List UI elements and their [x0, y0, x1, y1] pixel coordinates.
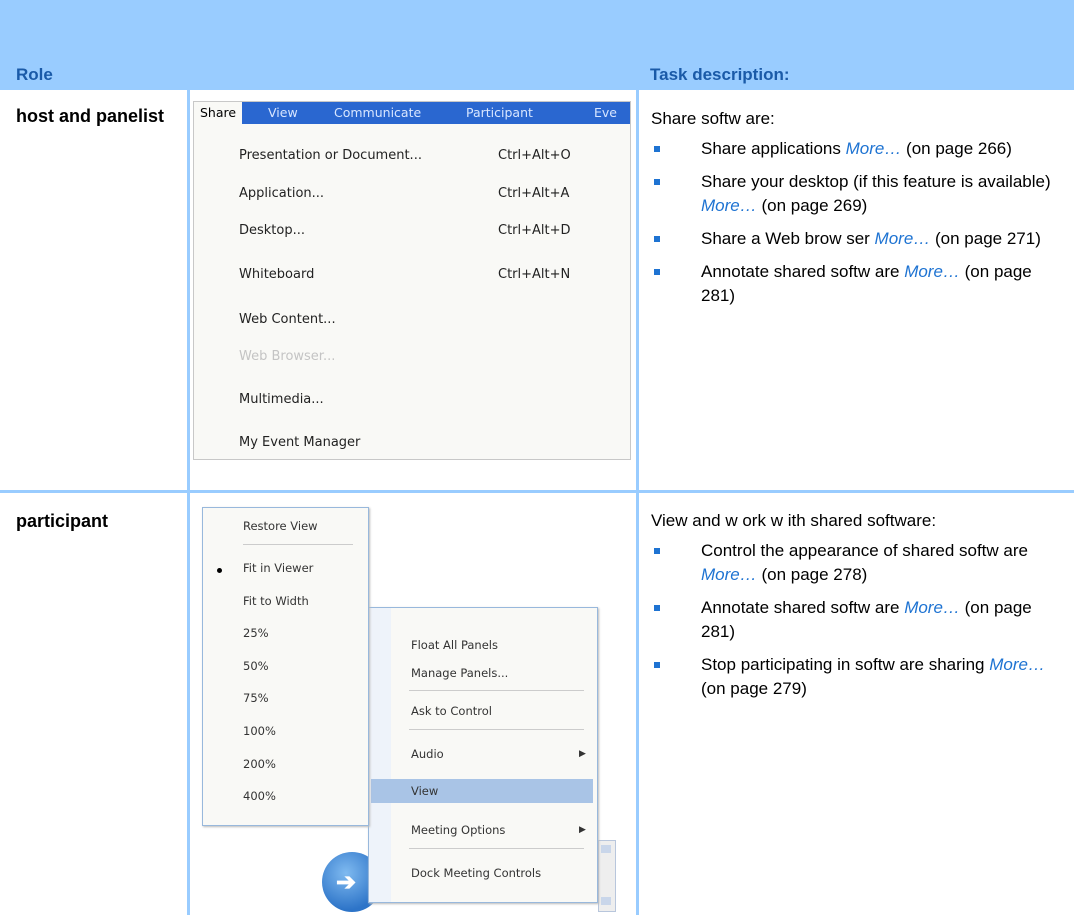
column-divider-right-row1: [636, 90, 639, 490]
shortcut-whiteboard: Ctrl+Alt+N: [498, 267, 571, 282]
bullet-icon: [654, 662, 660, 668]
more-link[interactable]: More…: [904, 262, 960, 281]
menu-event[interactable]: Eve: [594, 105, 617, 120]
scroll-down-icon[interactable]: [601, 897, 611, 905]
ctx-item-float-panels[interactable]: Float All Panels: [411, 638, 498, 652]
ctx-item-meeting-options[interactable]: Meeting Options: [411, 823, 505, 837]
view-menu-item-75[interactable]: 75%: [243, 691, 269, 705]
bullet-icon: [654, 605, 660, 611]
task-description-host: Share softw are: Share applications More…: [651, 107, 1066, 317]
submenu-arrow-icon: ▶: [579, 749, 586, 759]
task-title: View and w ork w ith shared software:: [651, 511, 937, 530]
view-menu-item-200[interactable]: 200%: [243, 757, 276, 771]
task-description-participant: View and w ork w ith shared software: Co…: [651, 509, 1066, 710]
more-link[interactable]: More…: [846, 139, 902, 158]
scrollbar[interactable]: [598, 840, 616, 912]
scroll-up-icon[interactable]: [601, 845, 611, 853]
submenu-arrow-icon: ▶: [579, 825, 586, 835]
list-item: Share a Web brow ser More… (on page 271): [651, 227, 1066, 251]
menu-separator: [409, 729, 584, 730]
menu-separator: [409, 848, 584, 849]
list-item: Annotate shared softw are More… (on page…: [651, 260, 1066, 308]
list-item: Control the appearance of shared softw a…: [651, 539, 1066, 587]
bullet-icon: [654, 146, 660, 152]
menu-communicate[interactable]: Communicate: [334, 105, 421, 120]
highlighted-item: [371, 779, 593, 803]
ctx-item-ask-control[interactable]: Ask to Control: [411, 704, 492, 718]
menu-item-desktop[interactable]: Desktop...: [239, 223, 305, 238]
view-menu-screenshot: Restore View Fit in Viewer Fit to Width …: [202, 507, 369, 826]
task-column-header: Task description:: [650, 65, 790, 84]
menu-item-my-event-manager[interactable]: My Event Manager: [239, 435, 360, 450]
shortcut-desktop: Ctrl+Alt+D: [498, 223, 571, 238]
role-participant: participant: [16, 511, 109, 531]
menu-share[interactable]: Share: [194, 102, 243, 124]
back-arrow-icon: ➔: [336, 869, 357, 896]
menu-icon-strip: [369, 608, 391, 902]
selected-dot-icon: [217, 568, 222, 573]
view-menu-item-100[interactable]: 100%: [243, 724, 276, 738]
menu-separator: [409, 690, 584, 691]
task-title: Share softw are:: [651, 109, 775, 128]
more-link[interactable]: More…: [904, 598, 960, 617]
menu-view[interactable]: View: [268, 105, 298, 120]
menu-item-whiteboard[interactable]: Whiteboard: [239, 267, 314, 282]
share-menu-screenshot: Share View Communicate Participant Eve P…: [193, 101, 631, 460]
more-link[interactable]: More…: [875, 229, 931, 248]
table-header: [0, 0, 1074, 90]
bullet-icon: [654, 179, 660, 185]
task-list: Control the appearance of shared softw a…: [651, 539, 1066, 701]
task-list: Share applications More… (on page 266) S…: [651, 137, 1066, 308]
list-item: Share your desktop (if this feature is a…: [651, 170, 1066, 218]
bullet-icon: [654, 548, 660, 554]
bullet-icon: [654, 236, 660, 242]
column-divider-left: [187, 90, 190, 915]
more-link[interactable]: More…: [989, 655, 1045, 674]
menu-item-application[interactable]: Application...: [239, 186, 324, 201]
list-item: Stop participating in softw are sharing …: [651, 653, 1066, 701]
more-link[interactable]: More…: [701, 196, 757, 215]
menu-separator: [243, 544, 353, 545]
list-item: Share applications More… (on page 266): [651, 137, 1066, 161]
role-column-header: Role: [16, 65, 53, 84]
ctx-item-view[interactable]: View: [411, 784, 438, 798]
menu-item-web-content[interactable]: Web Content...: [239, 312, 336, 327]
ctx-item-audio[interactable]: Audio: [411, 747, 444, 761]
context-menu-screenshot: Float All Panels Manage Panels... Ask to…: [368, 607, 598, 903]
list-item: Annotate shared softw are More… (on page…: [651, 596, 1066, 644]
view-menu-item-400[interactable]: 400%: [243, 789, 276, 803]
column-divider-right-row2: [636, 493, 639, 915]
menu-bar: Share View Communicate Participant Eve: [194, 102, 630, 124]
more-link[interactable]: More…: [701, 565, 757, 584]
ctx-item-manage-panels[interactable]: Manage Panels...: [411, 666, 508, 680]
row-divider: [0, 490, 1074, 493]
bullet-icon: [654, 269, 660, 275]
role-host-panelist: host and panelist: [16, 106, 165, 126]
view-menu-item-fit-width[interactable]: Fit to Width: [243, 594, 309, 608]
menu-item-multimedia[interactable]: Multimedia...: [239, 392, 324, 407]
menu-participant[interactable]: Participant: [466, 105, 533, 120]
shortcut-application: Ctrl+Alt+A: [498, 186, 570, 201]
view-menu-item-50[interactable]: 50%: [243, 659, 269, 673]
menu-item-web-browser: Web Browser...: [239, 349, 336, 364]
view-menu-item-fit-viewer[interactable]: Fit in Viewer: [243, 561, 313, 575]
menu-item-presentation[interactable]: Presentation or Document...: [239, 148, 422, 163]
ctx-item-dock-controls[interactable]: Dock Meeting Controls: [411, 866, 541, 880]
shortcut-presentation: Ctrl+Alt+O: [498, 148, 571, 163]
view-menu-item-restore[interactable]: Restore View: [243, 519, 318, 533]
view-menu-item-25[interactable]: 25%: [243, 626, 269, 640]
